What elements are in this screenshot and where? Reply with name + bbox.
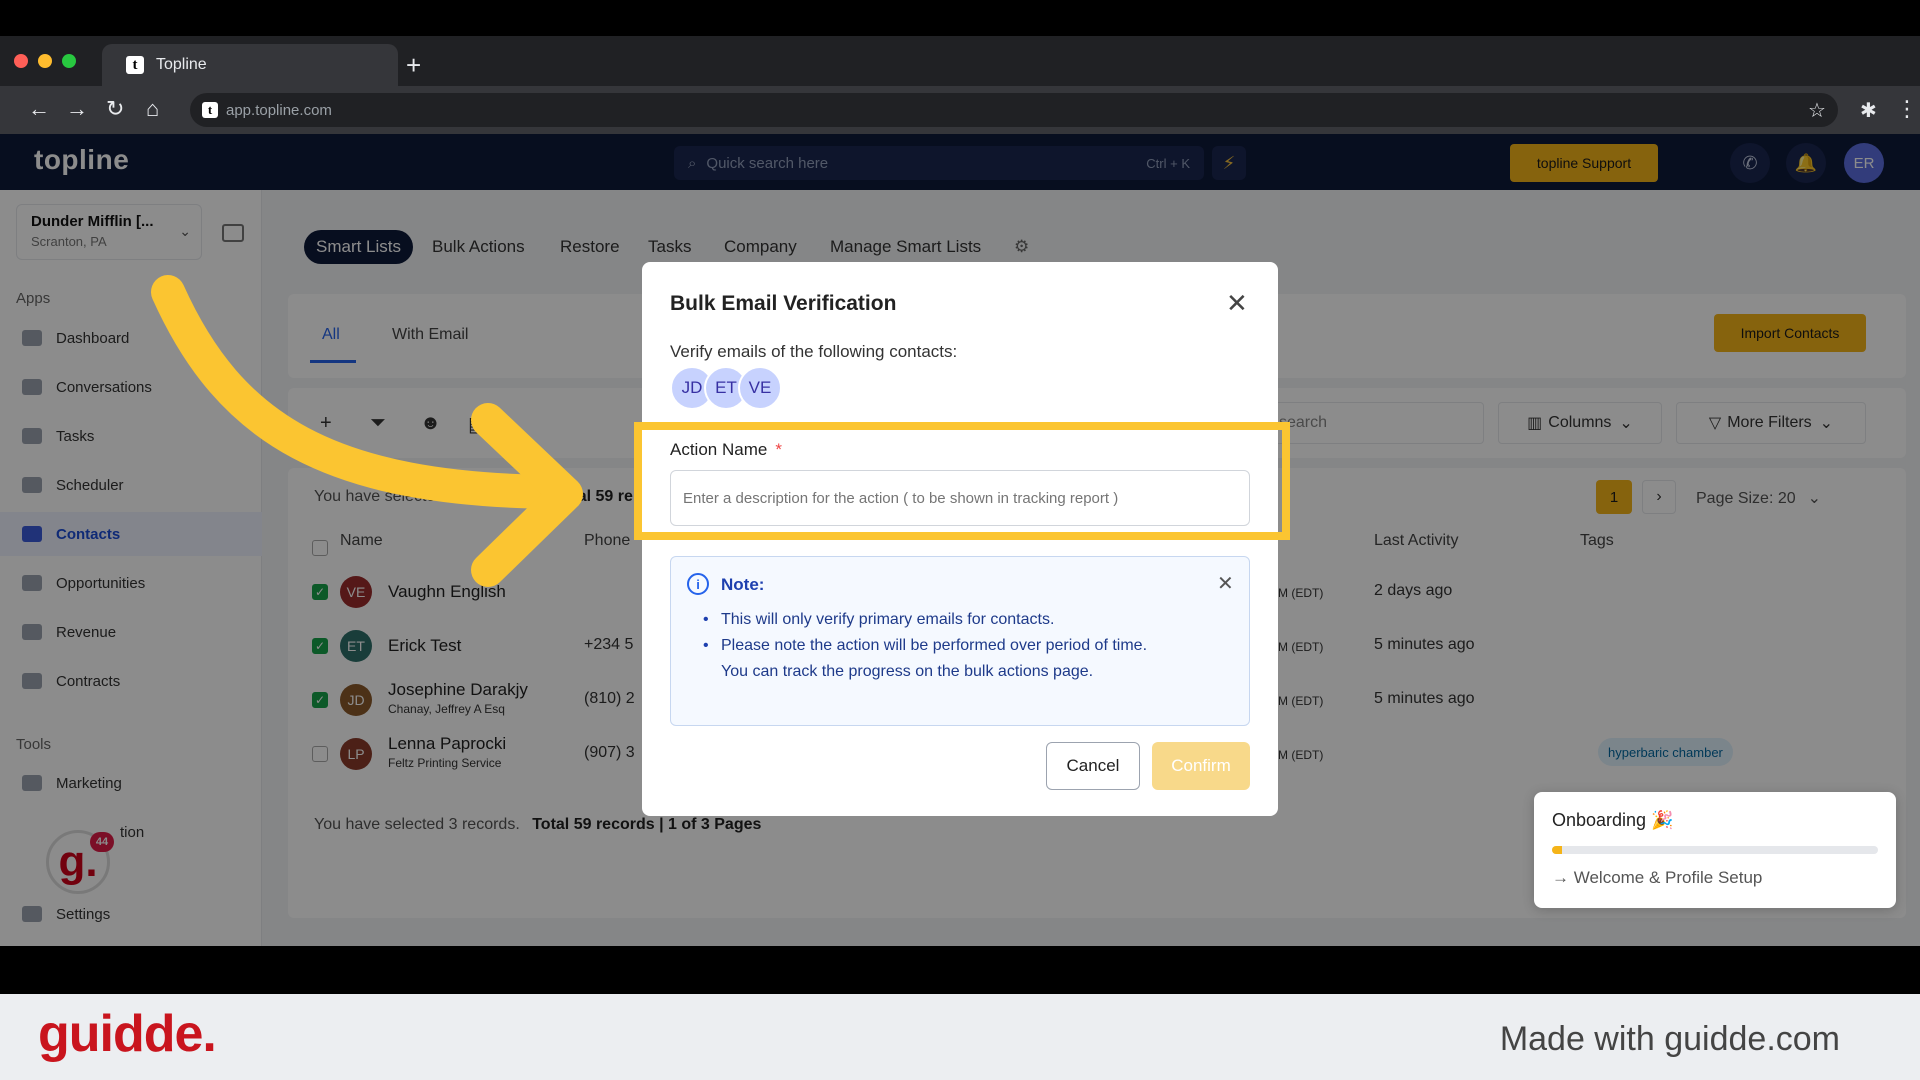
guidde-footer: guidde. Made with guidde.com <box>0 994 1920 1080</box>
pointer-arrow-icon <box>151 275 583 587</box>
screen: t Topline + ← → ↻ ⌂ t app.topline.com ☆ … <box>0 0 1920 1080</box>
made-with-text[interactable]: Made with guidde.com <box>1500 1020 1840 1059</box>
guidde-logo[interactable]: guidde. <box>38 1004 217 1064</box>
